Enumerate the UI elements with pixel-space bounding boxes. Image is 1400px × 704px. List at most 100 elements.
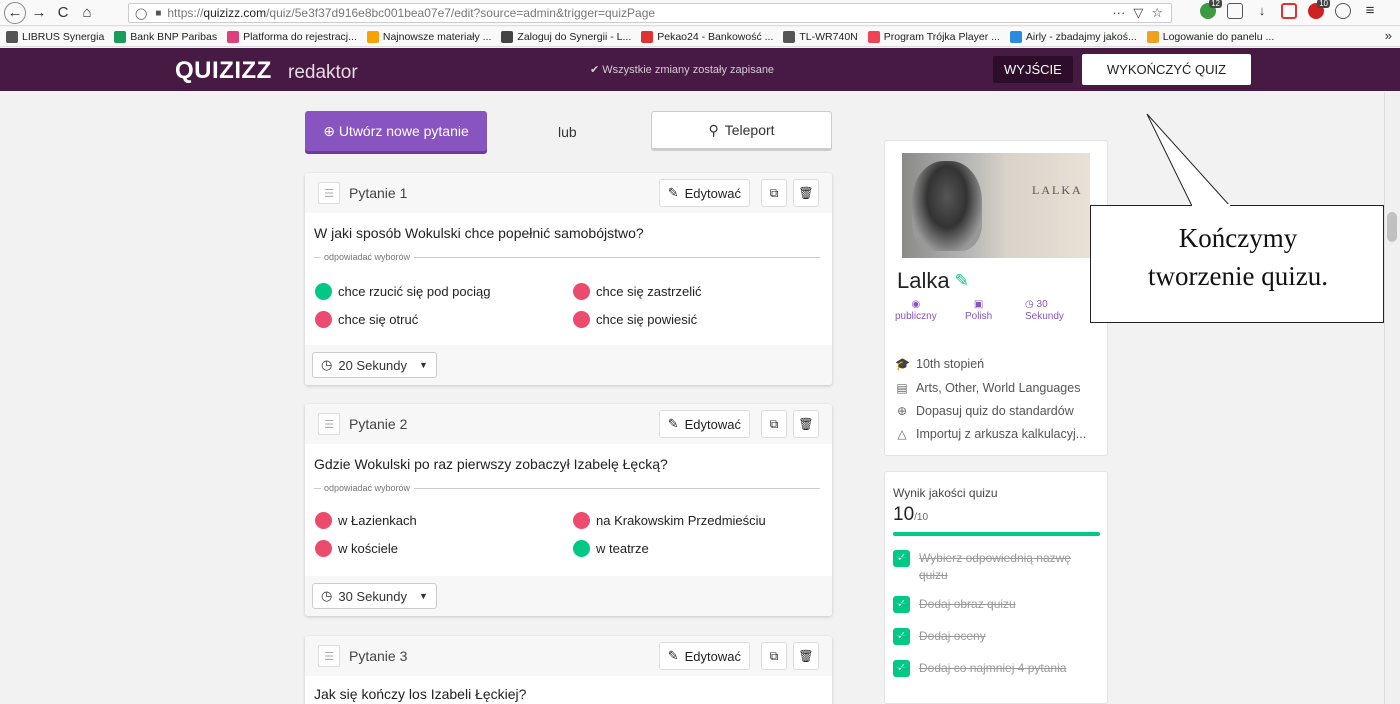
time-limit-select[interactable]: ◷ 20 Sekundy ▼ — [312, 352, 437, 378]
reload-button[interactable]: C — [52, 2, 74, 24]
checkbox-checked-icon: ✓ — [893, 628, 910, 645]
question-number: Pytanie 1 — [349, 185, 408, 201]
bookmark-item[interactable]: Logowanie do panelu ... — [1146, 30, 1275, 43]
quiz-quality-card: Wynik jakości quizu 10/10 ✓ Wybierz odpow… — [884, 471, 1108, 704]
pocket-icon[interactable]: ▽ — [1133, 5, 1143, 21]
finish-quiz-button[interactable]: WYKOŃCZYĆ QUIZ — [1082, 54, 1251, 85]
duplicate-question-button[interactable]: ⧉ — [761, 642, 787, 670]
back-button[interactable]: ← — [4, 1, 26, 24]
quality-check-item[interactable]: ✓ Dodaj obraz quizu — [893, 596, 1016, 613]
bookmark-item[interactable]: Platforma do rejestracj... — [227, 30, 357, 43]
language-meta[interactable]: ▣ Polish — [965, 299, 992, 322]
scroll-thumb[interactable] — [1387, 212, 1397, 242]
quiz-cover-image[interactable]: LALKA — [902, 153, 1090, 258]
import-spreadsheet-link[interactable]: △ Importuj z arkusza kalkulacyj... — [895, 427, 1086, 441]
bookmark-star-icon[interactable]: ☆ — [1151, 5, 1163, 21]
answer-option: w kościele — [315, 540, 398, 557]
standards-link[interactable]: ⊕ Dopasuj quiz do standardów — [895, 404, 1074, 418]
adblock-extension-icon[interactable]: 12 — [1200, 0, 1222, 19]
subjects-info[interactable]: ▤ Arts, Other, World Languages — [895, 381, 1080, 395]
page-actions-icon[interactable]: ··· — [1112, 5, 1125, 21]
bookmarks-bar: LIBRUS Synergia Bank BNP Paribas Platforma… — [0, 27, 1400, 47]
question-card: ☰ Pytanie 3 ✎ Edytować ⧉ 🗑 Jak się kończy… — [305, 636, 832, 704]
annotation-callout: Kończymy tworzenie quizu. — [1090, 205, 1384, 323]
app-header: QUIZIZZ redaktor ✔ Wszystkie zmiany zost… — [0, 48, 1400, 91]
clock-icon: ◷ — [321, 588, 333, 603]
address-bar[interactable]: ◯ ■ https://quizizz.com/quiz/5e3f37d916e… — [128, 3, 1172, 23]
question-text: Gdzie Wokulski po raz pierwszy zobaczył … — [314, 456, 668, 472]
time-limit-select[interactable]: ◷ 30 Sekundy ▼ — [312, 583, 437, 609]
delete-question-button[interactable]: 🗑 — [793, 642, 819, 670]
bookmark-item[interactable]: Zaloguj do Synergii - L... — [501, 30, 631, 43]
bookmark-favicon-icon — [6, 30, 18, 43]
copy-icon: ⧉ — [769, 416, 779, 431]
ublock-extension-icon[interactable]: 10 — [1308, 0, 1330, 19]
quality-check-item[interactable]: ✓ Wybierz odpowiednią nazwę quizu — [893, 550, 1093, 584]
grade-info[interactable]: 🎓 10th stopień — [895, 357, 984, 371]
delete-question-button[interactable]: 🗑 — [793, 410, 819, 438]
bookmark-label: Pekao24 - Bankowość ... — [657, 30, 774, 43]
incorrect-dot-icon — [573, 283, 590, 300]
duplicate-question-button[interactable]: ⧉ — [761, 410, 787, 438]
create-question-button[interactable]: ⊕ Utwórz nowe pytanie — [305, 111, 487, 151]
bookmark-item[interactable]: LIBRUS Synergia — [6, 30, 104, 43]
question-text: Jak się kończy los Izabeli Łęckiej? — [314, 686, 527, 702]
bookmark-item[interactable]: Pekao24 - Bankowość ... — [641, 30, 774, 43]
quizizz-logo[interactable]: QUIZIZZ — [175, 57, 272, 85]
clock-icon: ◷ — [1025, 299, 1034, 310]
callout-pointer-cover — [1192, 204, 1230, 206]
author-portrait — [912, 161, 982, 251]
incorrect-dot-icon — [315, 540, 332, 557]
edit-title-pencil-icon[interactable]: ✎ — [955, 271, 969, 291]
shield-icon: ◯ — [135, 7, 148, 20]
bookmark-favicon-icon — [1146, 30, 1159, 43]
menu-icon[interactable]: ≡ — [1362, 3, 1378, 19]
edit-question-button[interactable]: ✎ Edytować — [658, 642, 750, 670]
drag-handle-icon[interactable]: ☰ — [318, 182, 340, 204]
checkbox-checked-icon: ✓ — [893, 660, 910, 677]
bookmark-label: Logowanie do panelu ... — [1162, 30, 1275, 43]
trash-icon: 🗑 — [798, 417, 814, 431]
trash-icon: 🗑 — [798, 186, 814, 200]
quality-check-item[interactable]: ✓ Dodaj oceny — [893, 628, 986, 645]
teleport-label: Teleport — [724, 122, 775, 138]
bookmarks-overflow-button[interactable]: » — [1385, 28, 1392, 43]
home-button[interactable]: ⌂ — [76, 2, 98, 24]
duplicate-question-button[interactable]: ⧉ — [761, 179, 787, 207]
lock-icon: ■ — [155, 7, 162, 19]
mail-extension-icon[interactable] — [1281, 3, 1297, 19]
edit-question-button[interactable]: ✎ Edytować — [658, 410, 750, 438]
bookmark-item[interactable]: Bank BNP Paribas — [114, 30, 218, 43]
drag-handle-icon[interactable]: ☰ — [318, 645, 340, 667]
library-icon[interactable] — [1227, 3, 1243, 19]
bookmark-label: Bank BNP Paribas — [130, 30, 218, 43]
time-meta[interactable]: ◷ 30 Sekundy — [1025, 299, 1064, 322]
drag-handle-icon[interactable]: ☰ — [318, 413, 340, 435]
pencil-icon: ✎ — [667, 648, 679, 663]
plus-circle-icon: ⊕ — [896, 404, 908, 418]
pencil-icon: ✎ — [667, 416, 679, 431]
incorrect-dot-icon — [315, 512, 332, 529]
delete-question-button[interactable]: 🗑 — [793, 179, 819, 207]
page-scrollbar[interactable] — [1384, 92, 1400, 704]
bookmark-favicon-icon — [501, 30, 514, 43]
edit-question-button[interactable]: ✎ Edytować — [658, 179, 750, 207]
account-icon[interactable] — [1335, 3, 1351, 19]
exit-button[interactable]: WYJŚCIE — [993, 56, 1073, 83]
answer-option: w Łazienkach — [315, 512, 417, 529]
bookmark-item[interactable]: Najnowsze materiały ... — [366, 30, 491, 43]
checkbox-checked-icon: ✓ — [893, 550, 910, 567]
answer-option: chce się otruć — [315, 311, 418, 328]
bookmark-label: Platforma do rejestracj... — [243, 30, 357, 43]
copy-icon: ⧉ — [769, 648, 779, 663]
book-icon: ▤ — [896, 381, 908, 395]
bookmark-item[interactable]: Program Trójka Player ... — [867, 30, 1000, 43]
quiz-info-card: LALKA Lalka ✎ ◉ publiczny ▣ Polish ◷ 30 Seku… — [884, 140, 1108, 456]
teleport-button[interactable]: ⚲ Teleport — [651, 111, 832, 151]
bookmark-item[interactable]: Airly - zbadajmy jakoś... — [1009, 30, 1137, 43]
quality-check-item[interactable]: ✓ Dodaj co najmniej 4 pytania — [893, 660, 1066, 677]
forward-button[interactable]: → — [28, 2, 50, 24]
bookmark-item[interactable]: TL-WR740N — [783, 30, 858, 43]
visibility-meta[interactable]: ◉ publiczny — [895, 299, 937, 322]
download-icon[interactable]: ↓ — [1254, 3, 1270, 19]
